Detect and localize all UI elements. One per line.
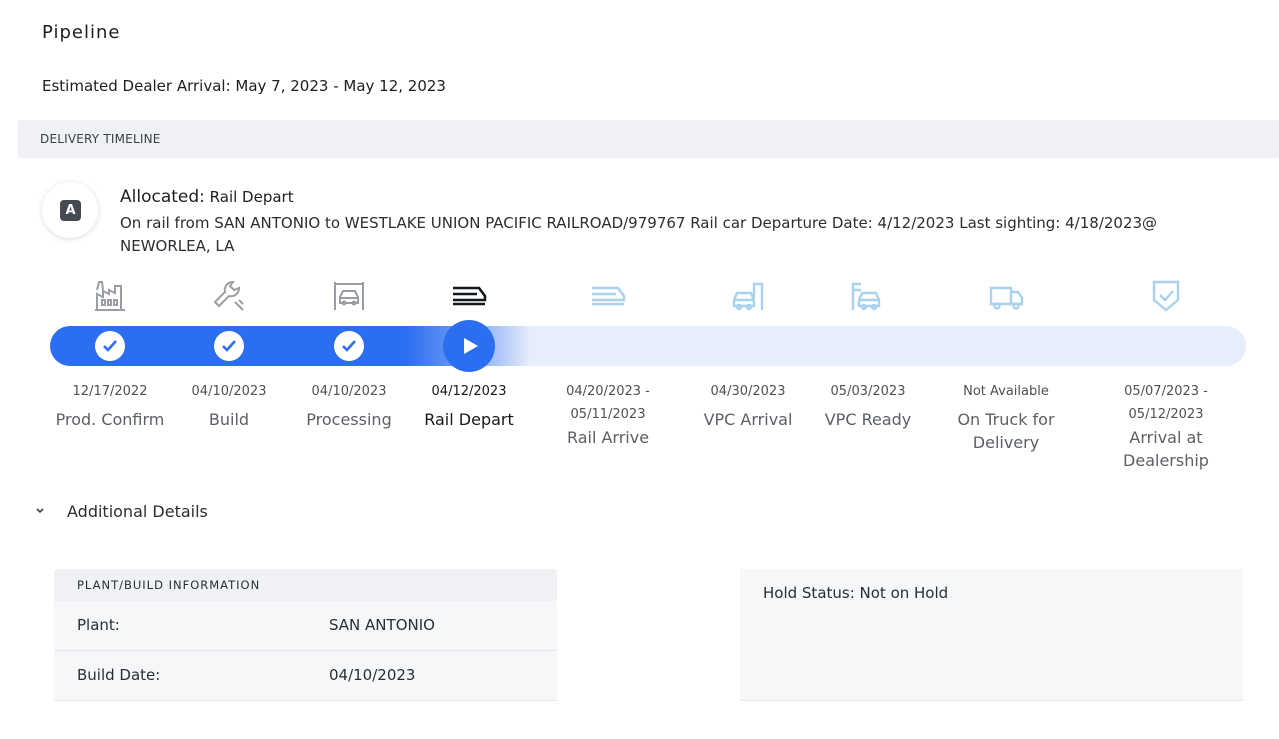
plant-value: SAN ANTONIO: [329, 616, 435, 634]
step-date: 04/30/2023: [710, 384, 786, 399]
status-title: Allocated: Rail Depart: [120, 187, 294, 207]
status-badge: A: [42, 182, 98, 238]
page-title: Pipeline: [42, 22, 121, 43]
additional-details-label: Additional Details: [67, 502, 208, 521]
hold-status-panel: Hold Status: Not on Hold: [740, 569, 1243, 701]
status-value: Rail Depart: [209, 188, 294, 206]
timeline-step: 05/07/2023 - 05/12/2023 Arrival at Deale…: [1096, 380, 1236, 472]
plant-build-panel: PLANT/BUILD INFORMATION Plant: SAN ANTON…: [54, 569, 557, 701]
timeline-step: 04/30/2023 VPC Arrival: [678, 380, 818, 431]
timeline-step: 04/10/2023 Build: [159, 380, 299, 431]
hold-status: Hold Status: Not on Hold: [763, 584, 949, 602]
shield-check-icon: [1146, 276, 1186, 316]
status-badge-letter: A: [60, 200, 81, 221]
timeline-step: 04/20/2023 - 05/11/2023 Rail Arrive: [528, 380, 688, 449]
step-done-check: [334, 331, 364, 361]
step-done-check: [214, 331, 244, 361]
step-label: Rail Arrive: [566, 428, 650, 447]
timeline-step: 04/10/2023 Processing: [279, 380, 419, 431]
plant-build-title: PLANT/BUILD INFORMATION: [77, 578, 261, 592]
play-icon: [464, 338, 478, 354]
delivery-timeline-title: DELIVERY TIMELINE: [40, 132, 161, 146]
build-date-row: Build Date: 04/10/2023: [54, 651, 557, 701]
current-step-indicator: [443, 320, 495, 372]
plant-key: Plant:: [77, 616, 120, 634]
timeline-step: Not Available On Truck for Delivery: [936, 380, 1076, 454]
build-date-value: 04/10/2023: [329, 666, 416, 684]
step-date: 05/03/2023: [830, 384, 906, 399]
step-date: Not Available: [963, 384, 1049, 399]
step-label: VPC Ready: [824, 410, 912, 429]
train-arrive-icon: [588, 276, 628, 316]
step-done-check: [95, 331, 125, 361]
step-label: Rail Depart: [424, 410, 514, 429]
timeline-step: 05/03/2023 VPC Ready: [798, 380, 938, 431]
plant-row: Plant: SAN ANTONIO: [54, 601, 557, 651]
step-date: 04/12/2023: [431, 384, 507, 399]
car-ready-icon: [847, 276, 887, 316]
status-label: Allocated:: [120, 187, 205, 207]
delivery-timeline-header: DELIVERY TIMELINE: [18, 120, 1279, 158]
step-date: 04/10/2023: [311, 384, 387, 399]
car-processing-icon: [329, 276, 369, 316]
wrench-icon: [209, 276, 249, 316]
step-date: 05/07/2023 - 05/12/2023: [1124, 384, 1208, 422]
factory-icon: [90, 276, 130, 316]
step-label: VPC Arrival: [703, 410, 793, 429]
additional-details-toggle[interactable]: Additional Details: [34, 501, 234, 525]
step-label: Build: [208, 410, 250, 429]
truck-icon: [986, 276, 1026, 316]
estimated-arrival: Estimated Dealer Arrival: May 7, 2023 - …: [42, 77, 446, 95]
step-label: Processing: [306, 410, 392, 429]
timeline-step-current: 04/12/2023 Rail Depart: [399, 380, 539, 431]
chevron-down-icon: [36, 508, 44, 514]
step-date: 04/20/2023 - 05/11/2023: [566, 384, 650, 422]
status-description: On rail from SAN ANTONIO to WESTLAKE UNI…: [120, 214, 1158, 255]
train-icon: [449, 276, 489, 316]
build-date-key: Build Date:: [77, 666, 161, 684]
plant-build-header: PLANT/BUILD INFORMATION: [54, 569, 557, 601]
step-date: 04/10/2023: [191, 384, 267, 399]
step-label: Arrival at Dealership: [1123, 428, 1209, 470]
car-arrival-icon: [728, 276, 768, 316]
step-label: On Truck for Delivery: [957, 410, 1055, 452]
